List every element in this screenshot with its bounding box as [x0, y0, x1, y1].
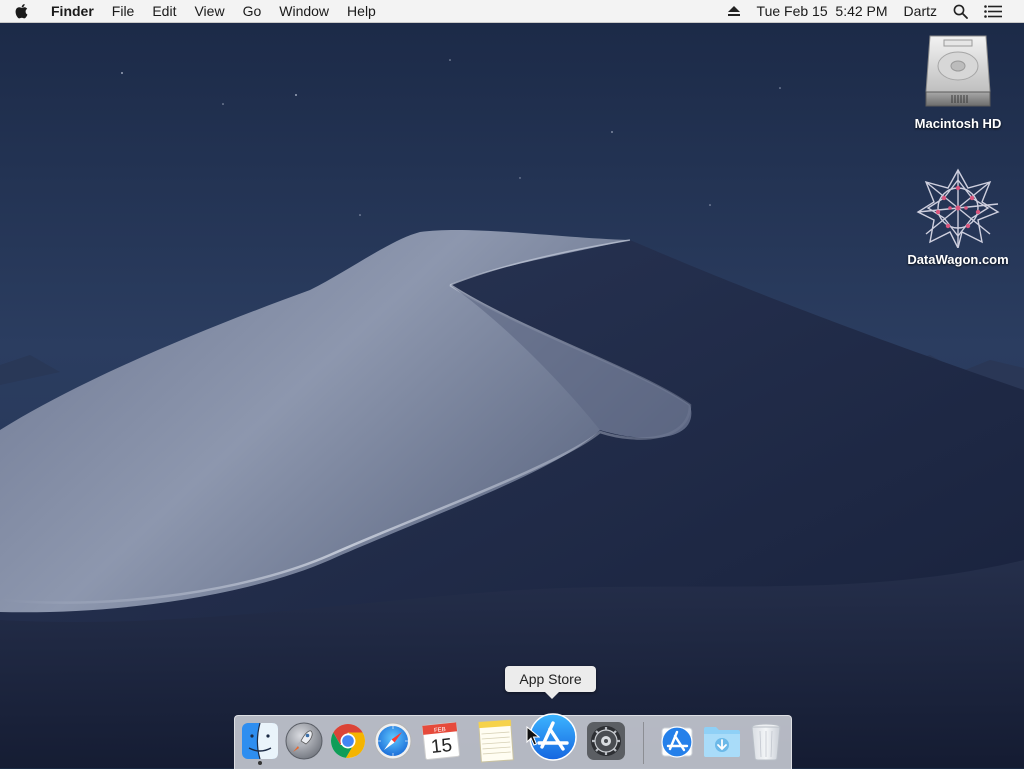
dock-separator [643, 722, 644, 764]
menu-bar: Finder File Edit View Go Window Help Tue… [0, 0, 1024, 23]
menu-window[interactable]: Window [270, 0, 338, 22]
running-indicator [258, 761, 262, 765]
dock-item-notes[interactable] [473, 716, 519, 766]
finder-icon [242, 722, 278, 760]
calendar-day: 15 [430, 735, 453, 758]
calendar-icon: FEB 15 [422, 722, 460, 760]
menu-help[interactable]: Help [338, 0, 385, 22]
downloads-folder-icon [704, 727, 740, 757]
dock-item-trash[interactable] [743, 716, 789, 766]
menu-go[interactable]: Go [234, 0, 271, 22]
datawagon-logo-icon [916, 168, 1000, 248]
dock-item-finder[interactable] [237, 716, 283, 766]
dock: FEB 15 [234, 713, 792, 769]
notes-icon [478, 719, 514, 763]
safari-icon [374, 722, 412, 760]
desktop-icon-macintosh-hd[interactable]: Macintosh HD [898, 32, 1018, 131]
menu-view[interactable]: View [185, 0, 233, 22]
spotlight-icon[interactable] [945, 4, 976, 19]
desktop-icon-datawagon[interactable]: DataWagon.com [898, 168, 1018, 267]
calendar-month: FEB [434, 727, 446, 734]
chrome-icon [331, 724, 365, 759]
launchpad-icon [285, 722, 323, 760]
eject-icon[interactable] [719, 5, 749, 17]
desktop-icon-label: Macintosh HD [914, 116, 1002, 131]
dock-item-calendar[interactable]: FEB 15 [418, 716, 464, 766]
dock-item-launchpad[interactable] [281, 716, 327, 766]
desktop-icon-label: DataWagon.com [907, 252, 1009, 267]
applications-folder-icon [661, 726, 693, 758]
system-preferences-icon [587, 722, 625, 760]
dock-item-safari[interactable] [370, 716, 416, 766]
apple-menu-icon[interactable] [0, 0, 42, 22]
menu-bar-clock[interactable]: Tue Feb 15 5:42 PM [749, 0, 896, 22]
mouse-cursor-icon [526, 726, 540, 746]
menu-finder[interactable]: Finder [42, 0, 103, 22]
dock-item-chrome[interactable] [325, 716, 371, 766]
dock-item-system-preferences[interactable] [583, 716, 629, 766]
dock-stack-downloads[interactable] [699, 716, 745, 766]
hard-drive-icon [925, 35, 991, 107]
dock-stack-applications[interactable] [654, 716, 700, 766]
trash-icon [751, 723, 781, 761]
dock-tooltip: App Store [505, 666, 596, 699]
user-menu[interactable]: Dartz [896, 0, 945, 22]
desktop-wallpaper [0, 0, 1024, 768]
menu-edit[interactable]: Edit [143, 0, 185, 22]
notification-center-icon[interactable] [976, 4, 1010, 18]
menu-file[interactable]: File [103, 0, 144, 22]
